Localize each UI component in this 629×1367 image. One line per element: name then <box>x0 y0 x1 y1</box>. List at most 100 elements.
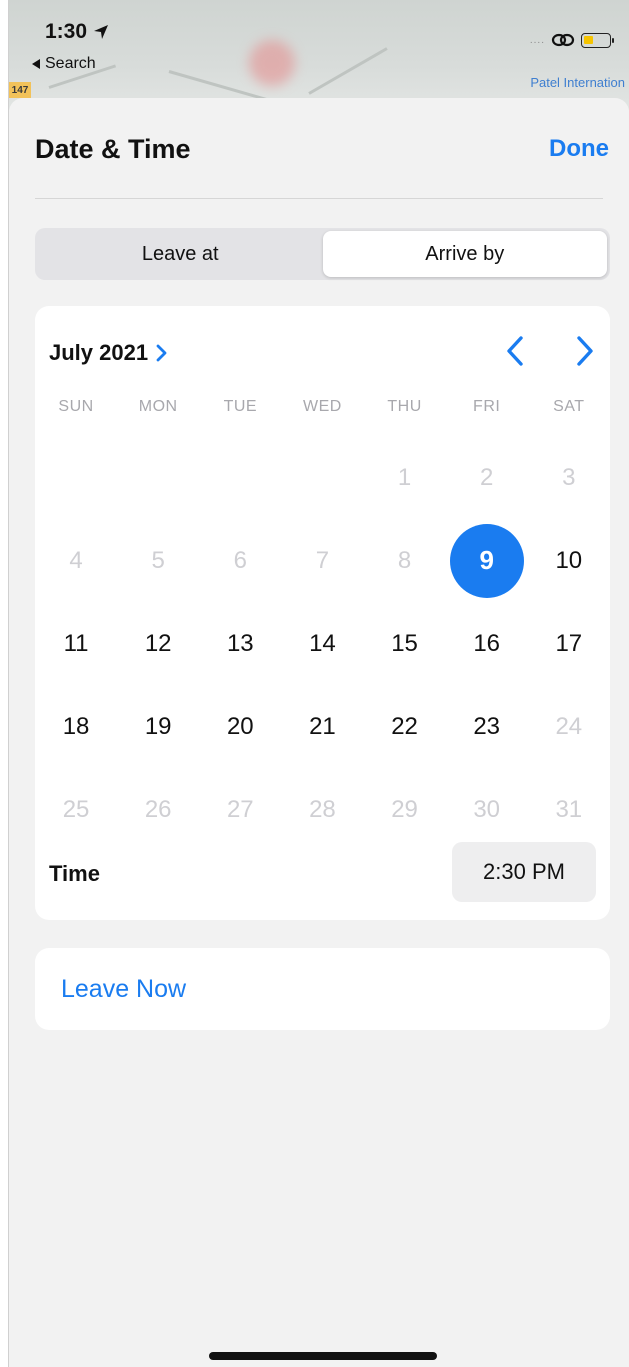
calendar-day-number: 23 <box>473 712 501 740</box>
chevron-right-icon[interactable] <box>574 334 596 368</box>
calendar-day-number: 28 <box>309 795 336 823</box>
calendar-day-number: 29 <box>391 795 418 823</box>
calendar-day[interactable]: 17 <box>528 602 610 685</box>
calendar-day[interactable]: 13 <box>199 602 281 685</box>
leave-now-button[interactable]: Leave Now <box>35 948 610 1030</box>
time-label: Time <box>49 861 100 886</box>
weekday-label: WED <box>303 398 342 415</box>
calendar-day[interactable]: 10 <box>528 519 610 602</box>
calendar-day[interactable]: 14 <box>281 602 363 685</box>
calendar-day[interactable]: 16 <box>446 602 528 685</box>
calendar-day-number: 24 <box>555 712 583 740</box>
status-time-text: 1:30 <box>45 20 88 43</box>
location-arrow-icon <box>94 25 109 39</box>
calendar-day-number: 18 <box>62 712 90 740</box>
calendar-day: 2 <box>446 436 528 519</box>
status-indicators: .... <box>529 32 614 48</box>
month-nav <box>504 334 596 368</box>
date-time-sheet: Date & Time Done Leave at Arrive by July… <box>9 98 629 1367</box>
done-button[interactable]: Done <box>549 135 609 163</box>
calendar-day: 6 <box>199 519 281 602</box>
calendar-day[interactable]: 11 <box>35 602 117 685</box>
weekday-label: FRI <box>473 398 501 415</box>
calendar-day[interactable]: 15 <box>364 602 446 685</box>
back-triangle-icon <box>32 59 40 69</box>
calendar-day-number: 6 <box>233 546 247 574</box>
sheet-title: Date & Time <box>35 134 191 164</box>
calendar-day[interactable]: 18 <box>35 685 117 768</box>
calendar-day: 24 <box>528 685 610 768</box>
header-divider <box>35 198 603 199</box>
calendar-week: 25 26 27 28 29 30 31 <box>35 768 610 851</box>
calendar-day: 31 <box>528 768 610 851</box>
home-indicator <box>209 1352 437 1360</box>
calendar-day: 4 <box>35 519 117 602</box>
chevron-left-icon[interactable] <box>504 334 526 368</box>
calendar-week: 18 19 20 21 22 23 24 <box>35 685 610 768</box>
calendar-day-number: 21 <box>309 712 336 740</box>
calendar-day-number: 3 <box>562 463 576 491</box>
map-pin-blur <box>249 40 295 86</box>
calendar-day-number: 17 <box>555 629 583 657</box>
calendar-week: 1 2 3 <box>35 436 610 519</box>
month-label: July 2021 <box>49 340 149 365</box>
calendar-day: 30 <box>446 768 528 851</box>
calendar-day-selected[interactable]: 9 <box>446 519 528 602</box>
mode-segmented-control: Leave at Arrive by <box>35 228 610 280</box>
back-label: Search <box>45 55 96 72</box>
calendar-day-number: 25 <box>62 795 90 823</box>
map-place-label: Patel Internation <box>530 75 625 90</box>
segment-leave-at[interactable]: Leave at <box>38 231 323 277</box>
calendar-day-number: 5 <box>151 546 165 574</box>
calendar-day[interactable]: 23 <box>446 685 528 768</box>
calendar-day-number: 22 <box>391 712 418 740</box>
calendar-day-number: 19 <box>144 712 172 740</box>
calendar-day: 25 <box>35 768 117 851</box>
calendar-day[interactable]: 20 <box>199 685 281 768</box>
weekday-label: SUN <box>58 398 94 415</box>
time-picker-button[interactable]: 2:30 PM <box>452 842 596 902</box>
calendar-day[interactable]: 21 <box>281 685 363 768</box>
calendar-day-number: 31 <box>555 795 583 823</box>
calendar-grid: 1 2 3 4 5 6 7 8 9 10 11 12 13 14 15 16 17 18 19 20 21 22 23 24 2… <box>35 436 610 851</box>
back-to-search[interactable]: Search <box>31 55 96 73</box>
calendar-day-number: 2 <box>480 463 494 491</box>
calendar-day-number: 20 <box>226 712 254 740</box>
calendar-day-number: 7 <box>315 546 330 574</box>
calendar-day: 27 <box>199 768 281 851</box>
weekday-header: SUN MON TUE WED THU FRI SAT <box>35 398 610 416</box>
calendar-day[interactable]: 19 <box>117 685 199 768</box>
calendar-day-number: 30 <box>473 795 501 823</box>
battery-icon <box>581 32 614 48</box>
calendar-day[interactable]: 12 <box>117 602 199 685</box>
weekday-label: THU <box>387 398 422 415</box>
calendar-day: 7 <box>281 519 363 602</box>
road-badge: 147 <box>9 82 31 98</box>
calendar-day-number: 14 <box>309 629 336 657</box>
signal-dots: .... <box>529 34 545 46</box>
calendar-week: 4 5 6 7 8 9 10 <box>35 519 610 602</box>
calendar-week: 11 12 13 14 15 16 17 <box>35 602 610 685</box>
calendar-day-number: 12 <box>144 629 172 657</box>
calendar-day: 1 <box>364 436 446 519</box>
link-icon <box>551 33 575 47</box>
calendar-day: 5 <box>117 519 199 602</box>
screen: 147 Patel Internation 1:30 Search .... D… <box>8 0 629 1367</box>
weekday-label: TUE <box>223 398 258 415</box>
calendar-day: 26 <box>117 768 199 851</box>
calendar-day-number: 16 <box>473 629 501 657</box>
calendar-day-number: 27 <box>226 795 254 823</box>
chevron-right-small-icon <box>156 344 167 362</box>
map-road <box>308 47 388 95</box>
weekday-label: MON <box>138 398 178 415</box>
calendar-day: 8 <box>364 519 446 602</box>
calendar-day-number: 13 <box>226 629 254 657</box>
calendar-day[interactable]: 22 <box>364 685 446 768</box>
calendar-day-number: 11 <box>63 629 89 657</box>
map-background: 147 Patel Internation <box>9 0 629 110</box>
calendar-card: July 2021 SUN MON TUE WED THU FRI SAT 1 … <box>35 306 610 920</box>
segment-arrive-by[interactable]: Arrive by <box>322 231 607 277</box>
calendar-day-number: 10 <box>555 546 583 574</box>
month-picker-button[interactable]: July 2021 <box>49 340 168 366</box>
calendar-day-number: 26 <box>144 795 172 823</box>
